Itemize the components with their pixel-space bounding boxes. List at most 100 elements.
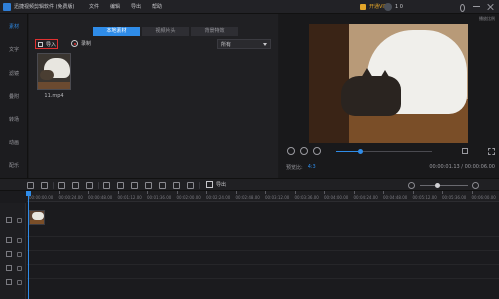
playback-controls	[279, 145, 499, 157]
tab-video-intro[interactable]: 视频片头	[142, 27, 189, 36]
menu-export[interactable]: 导出	[131, 3, 141, 10]
progress-handle[interactable]	[358, 149, 363, 154]
tab-background-effects[interactable]: 背景特效	[191, 27, 238, 36]
lock-icon[interactable]	[17, 280, 22, 285]
export-icon	[206, 181, 213, 188]
timeline-tick: 00:06:00.00	[471, 191, 496, 200]
vip-button[interactable]: 开通VIP	[360, 3, 387, 10]
progress-slider[interactable]	[336, 149, 432, 154]
timecode: 00:00:01.13 / 00:00:06.00	[429, 164, 495, 170]
edit-toolbar: 导出	[0, 178, 499, 191]
delete-icon[interactable]	[86, 182, 93, 189]
timeline-tick: 00:03:12.00	[265, 191, 290, 200]
timeline-zoom-slider[interactable]	[420, 183, 468, 188]
sidebar-item-text[interactable]: 文字	[0, 46, 28, 53]
preview-panel: 播放比例 预览比: 4:3 00:00:01.13 / 00:00:06.00	[279, 14, 499, 178]
lock-icon[interactable]	[17, 238, 22, 243]
sidebar-item-filter[interactable]: 滤镜	[0, 70, 28, 77]
menu-edit[interactable]: 编辑	[110, 3, 120, 10]
volume-icon[interactable]	[462, 148, 468, 154]
track-headers	[0, 203, 26, 299]
timeline-ruler[interactable]: 00:00:00.00 00:00:24.00 00:00:48.00 00:01:1…	[27, 191, 499, 202]
split-icon[interactable]	[72, 182, 79, 189]
timeline-tick: 00:03:36.00	[294, 191, 319, 200]
media-panel: 本地素材 视频片头 背景特效 导入 录制 所有 11.mp4	[29, 14, 278, 178]
menu-help[interactable]: 帮助	[152, 3, 162, 10]
lock-icon[interactable]	[17, 252, 22, 257]
avatar	[384, 3, 392, 11]
track-divider	[27, 278, 499, 279]
timeline-tick: 00:05:36.00	[442, 191, 467, 200]
crop-icon[interactable]	[103, 182, 110, 189]
timeline-tick: 00:05:12.00	[412, 191, 437, 200]
chevron-down-icon	[263, 42, 267, 46]
zoom-in-icon[interactable]	[472, 182, 479, 189]
timeline-tick: 00:04:00.00	[324, 191, 349, 200]
freeze-frame-icon[interactable]	[131, 182, 138, 189]
title-bar: 迅捷视频剪辑软件 (免费版) 文件 编辑 导出 帮助 开通VIP 1 0	[0, 0, 499, 14]
preview-label: 播放比例	[479, 16, 495, 21]
track-divider	[27, 250, 499, 251]
zoom-out-icon[interactable]	[408, 182, 415, 189]
window-controls	[453, 3, 495, 12]
lock-icon[interactable]	[17, 266, 22, 271]
record-button[interactable]: 录制	[71, 40, 91, 47]
sidebar-item-material[interactable]: 素材	[0, 23, 28, 30]
undo-icon[interactable]	[27, 182, 34, 189]
timeline-tick: 00:02:00.00	[176, 191, 201, 200]
sidebar-item-music[interactable]: 配乐	[0, 162, 28, 169]
timeline-tick: 00:02:48.00	[235, 191, 260, 200]
sidebar: 素材 文字 滤镜 叠附 转场 动画 配乐	[0, 14, 28, 178]
menu-file[interactable]: 文件	[89, 3, 99, 10]
zoom-handle[interactable]	[434, 183, 440, 188]
marker-icon[interactable]	[145, 182, 152, 189]
text-track-icon	[6, 251, 12, 257]
edit-icon[interactable]	[58, 182, 65, 189]
divider	[53, 182, 54, 189]
timeline-tick: 00:04:48.00	[383, 191, 408, 200]
microphone-icon[interactable]	[173, 182, 180, 189]
ratio-value: 4:3	[307, 164, 316, 170]
user-name: 1 0	[395, 4, 403, 10]
video-track-icon	[6, 217, 12, 223]
playhead[interactable]	[28, 193, 29, 299]
settings-icon[interactable]	[458, 3, 467, 12]
redo-icon[interactable]	[41, 182, 48, 189]
media-thumbnail[interactable]	[37, 53, 71, 90]
aspect-ratio[interactable]: 预览比: 4:3	[286, 164, 316, 171]
record-label: 录制	[81, 41, 92, 47]
timeline-tick: 00:00:48.00	[88, 191, 113, 200]
video-clip[interactable]	[29, 210, 45, 225]
sidebar-item-overlay[interactable]: 叠附	[0, 93, 28, 100]
close-icon[interactable]	[486, 3, 495, 11]
filter-select[interactable]: 所有	[217, 39, 271, 49]
import-button[interactable]: 导入	[35, 39, 58, 49]
timeline-tick: 00:02:24.00	[206, 191, 231, 200]
media-tabs: 本地素材 视频片头 背景特效	[93, 27, 240, 36]
divider	[98, 182, 99, 189]
progress-fill	[336, 151, 360, 152]
stop-icon[interactable]	[287, 147, 295, 155]
zoom-icon[interactable]	[117, 182, 124, 189]
sidebar-item-transition[interactable]: 转场	[0, 116, 28, 123]
tab-local-material[interactable]: 本地素材	[93, 27, 140, 36]
user-menu[interactable]: 1 0	[384, 3, 403, 11]
media-file-name: 11.mp4	[44, 93, 64, 99]
export-label: 导出	[216, 182, 227, 188]
lock-icon[interactable]	[17, 218, 22, 223]
play-icon[interactable]	[300, 147, 308, 155]
next-frame-icon[interactable]	[313, 147, 321, 155]
audio-icon[interactable]	[187, 182, 194, 189]
sidebar-item-animation[interactable]: 动画	[0, 139, 28, 146]
minimize-icon[interactable]	[472, 3, 481, 11]
speed-icon[interactable]	[159, 182, 166, 189]
timeline-tick: 00:04:24.00	[353, 191, 378, 200]
video-preview[interactable]	[309, 24, 468, 143]
record-icon	[71, 40, 78, 47]
export-button[interactable]: 导出	[206, 181, 226, 188]
crown-icon	[360, 3, 366, 10]
voice-track-icon	[6, 279, 12, 285]
timeline-tick: 00:00:00.00	[29, 191, 54, 200]
fullscreen-icon[interactable]	[488, 148, 495, 155]
import-label: 导入	[46, 41, 57, 48]
